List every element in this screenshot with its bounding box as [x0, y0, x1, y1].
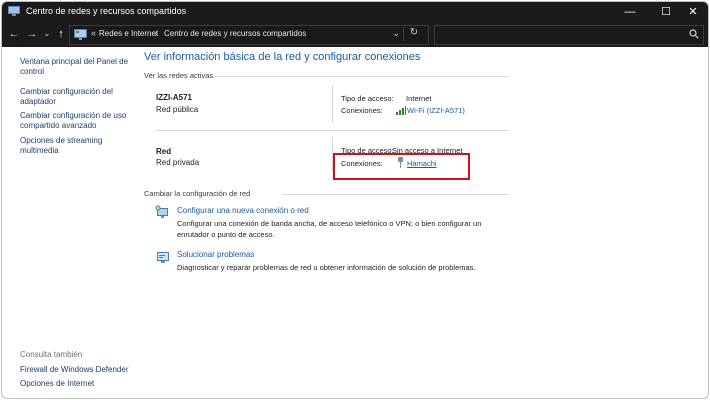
network-separator	[156, 130, 509, 131]
see-also-internet-options[interactable]: Opciones de Internet	[20, 379, 132, 389]
maximize-button[interactable]: ☐	[651, 2, 681, 22]
access-type-label: Tipo de acceso:	[341, 94, 394, 103]
wifi-signal-icon	[396, 106, 406, 115]
close-button[interactable]: ✕	[678, 2, 708, 22]
sidebar-item-media-streaming[interactable]: Opciones de streaming multimedia	[20, 136, 132, 156]
window-title: Centro de redes y recursos compartidos	[26, 6, 187, 16]
change-settings-label: Cambiar la configuración de red	[144, 189, 251, 198]
network-type[interactable]: Red privada	[156, 158, 199, 167]
forward-button[interactable]: →	[25, 26, 39, 42]
active-networks-divider	[214, 76, 509, 77]
setup-new-connection-link[interactable]: Configurar una nueva conexión o red	[177, 206, 309, 215]
address-bar[interactable]: « Redes e Internet › Centro de redes y r…	[69, 25, 429, 45]
setup-new-connection-description: Configurar una conexión de banda ancha, …	[177, 219, 482, 239]
wifi-connection-link[interactable]: Wi-Fi (IZZI-A571)	[407, 106, 465, 115]
network-name: IZZI-A571	[156, 93, 193, 102]
connections-label: Conexiones:	[341, 106, 383, 115]
breadcrumb-separator[interactable]: ›	[155, 28, 158, 38]
page-title: Ver información básica de la red y confi…	[144, 51, 421, 63]
title-bar: Centro de redes y recursos compartidos —…	[2, 2, 708, 22]
search-icon	[689, 29, 699, 39]
access-type-value: Internet	[406, 94, 432, 103]
up-button[interactable]: ↑	[54, 26, 68, 42]
address-dropdown-icon[interactable]: ⌄	[392, 28, 400, 39]
change-settings-divider	[282, 194, 509, 195]
new-connection-icon	[155, 205, 168, 218]
highlight-box	[333, 153, 470, 180]
sidebar-item-adapter-settings[interactable]: Cambiar configuración del adaptador	[20, 87, 132, 107]
network-divider	[332, 86, 333, 122]
breadcrumb-current[interactable]: Centro de redes y recursos compartidos	[164, 29, 306, 38]
see-also-heading: Consulta también	[20, 350, 83, 359]
minimize-button[interactable]: —	[615, 2, 645, 22]
search-input[interactable]	[434, 25, 704, 45]
window: Centro de redes y recursos compartidos —…	[1, 1, 709, 399]
see-also-firewall[interactable]: Firewall de Windows Defender	[20, 365, 132, 375]
troubleshoot-description: Diagnosticar y reparar problemas de red …	[177, 263, 476, 272]
sidebar-item-advanced-sharing[interactable]: Cambiar configuración de uso compartido …	[20, 111, 132, 131]
breadcrumb-overflow[interactable]: «	[91, 28, 96, 38]
network-type[interactable]: Red pública	[156, 105, 198, 114]
back-button[interactable]: ←	[7, 26, 21, 42]
recent-locations-dropdown[interactable]: ⌄	[40, 26, 54, 42]
network-name: Red	[156, 147, 172, 156]
troubleshoot-icon	[157, 252, 169, 263]
refresh-button[interactable]: ↻	[403, 27, 424, 41]
troubleshoot-link[interactable]: Solucionar problemas	[177, 250, 254, 259]
navigation-bar: ← → ⌄ ↑ « Redes e Internet › Centro de r…	[2, 22, 708, 47]
control-panel-icon	[74, 29, 87, 40]
active-networks-label: Ver las redes activas	[144, 71, 214, 80]
breadcrumb-redes-e-internet[interactable]: Redes e Internet	[99, 29, 158, 38]
sidebar-item-control-panel-home[interactable]: Ventana principal del Panel de control	[20, 57, 132, 77]
network-center-icon	[8, 6, 20, 16]
